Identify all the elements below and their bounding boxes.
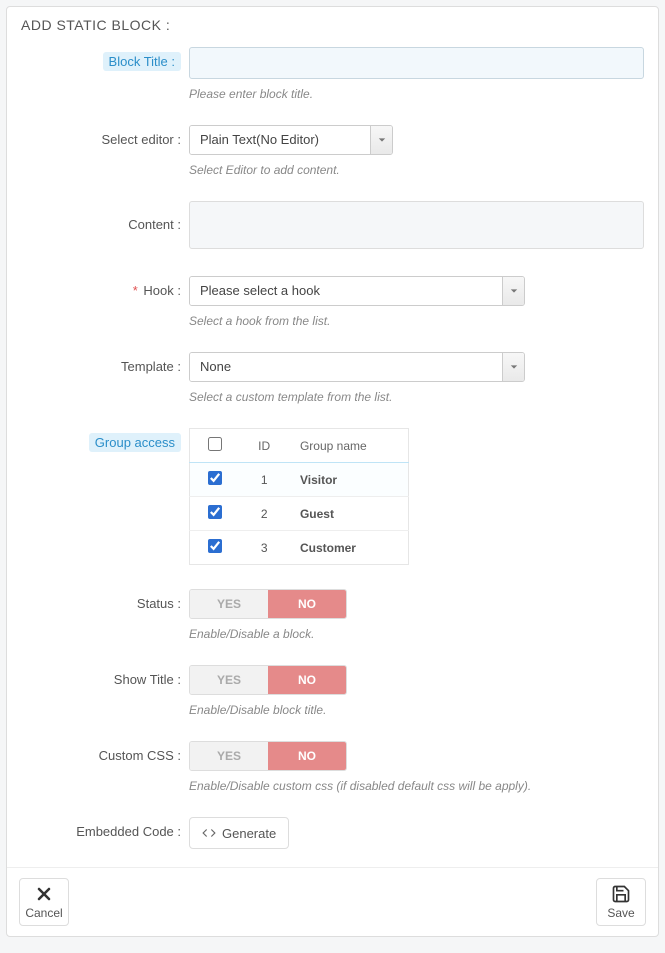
row-hook: * Hook : Please select a hook Select a h… [21, 276, 644, 328]
status-toggle[interactable]: YES NO [189, 589, 347, 619]
editor-select-value: Plain Text(No Editor) [190, 126, 370, 154]
row-name: Visitor [288, 463, 409, 497]
helper-block-title: Please enter block title. [189, 87, 644, 101]
panel-footer: Cancel Save [7, 867, 658, 936]
table-row: 2 Guest [190, 497, 409, 531]
label-content: Content : [21, 201, 189, 232]
hook-select[interactable]: Please select a hook [189, 276, 525, 306]
template-select-value: None [190, 353, 502, 381]
helper-show-title: Enable/Disable block title. [189, 703, 644, 717]
label-custom-css: Custom CSS : [21, 741, 189, 763]
required-marker: * [133, 283, 138, 298]
add-static-block-panel: ADD STATIC BLOCK : Block Title : Please … [6, 6, 659, 937]
label-show-title: Show Title : [21, 665, 189, 687]
form-body: Block Title : Please enter block title. … [7, 37, 658, 867]
toggle-yes: YES [190, 590, 268, 618]
code-icon [202, 826, 216, 840]
helper-template: Select a custom template from the list. [189, 390, 644, 404]
row-show-title: Show Title : YES NO Enable/Disable block… [21, 665, 644, 717]
toggle-yes: YES [190, 666, 268, 694]
row-id: 3 [240, 531, 288, 565]
select-all-checkbox[interactable] [208, 437, 222, 451]
cancel-button-label: Cancel [25, 906, 62, 920]
save-button-label: Save [607, 906, 634, 920]
helper-custom-css: Enable/Disable custom css (if disabled d… [189, 779, 644, 793]
close-icon [34, 884, 54, 904]
show-title-toggle[interactable]: YES NO [189, 665, 347, 695]
row-checkbox[interactable] [208, 505, 222, 519]
row-content: Content : [21, 201, 644, 252]
label-template: Template : [21, 352, 189, 374]
block-title-input[interactable] [189, 47, 644, 79]
toggle-yes: YES [190, 742, 268, 770]
generate-button[interactable]: Generate [189, 817, 289, 849]
row-template: Template : None Select a custom template… [21, 352, 644, 404]
save-button[interactable]: Save [596, 878, 646, 926]
col-name: Group name [288, 429, 409, 463]
content-textarea[interactable] [189, 201, 644, 249]
row-name: Customer [288, 531, 409, 565]
template-select[interactable]: None [189, 352, 525, 382]
chevron-down-icon [370, 126, 392, 154]
helper-hook: Select a hook from the list. [189, 314, 644, 328]
panel-title: ADD STATIC BLOCK : [7, 7, 658, 37]
row-select-editor: Select editor : Plain Text(No Editor) Se… [21, 125, 644, 177]
label-select-editor: Select editor : [21, 125, 189, 147]
row-name: Guest [288, 497, 409, 531]
helper-editor: Select Editor to add content. [189, 163, 644, 177]
row-block-title: Block Title : Please enter block title. [21, 47, 644, 101]
editor-select[interactable]: Plain Text(No Editor) [189, 125, 393, 155]
row-id: 1 [240, 463, 288, 497]
chevron-down-icon [502, 277, 524, 305]
toggle-no: NO [268, 590, 346, 618]
custom-css-toggle[interactable]: YES NO [189, 741, 347, 771]
col-id: ID [240, 429, 288, 463]
table-row: 1 Visitor [190, 463, 409, 497]
generate-button-label: Generate [222, 826, 276, 841]
hook-select-value: Please select a hook [190, 277, 502, 305]
row-checkbox[interactable] [208, 471, 222, 485]
row-checkbox[interactable] [208, 539, 222, 553]
row-status: Status : YES NO Enable/Disable a block. [21, 589, 644, 641]
helper-status: Enable/Disable a block. [189, 627, 644, 641]
row-id: 2 [240, 497, 288, 531]
toggle-no: NO [268, 666, 346, 694]
toggle-no: NO [268, 742, 346, 770]
group-access-table: ID Group name 1 Visitor 2 [189, 428, 409, 565]
row-custom-css: Custom CSS : YES NO Enable/Disable custo… [21, 741, 644, 793]
label-block-title: Block Title : [103, 52, 181, 71]
row-group-access: Group access ID Group name 1 [21, 428, 644, 565]
label-hook: Hook : [143, 283, 181, 298]
row-embedded-code: Embedded Code : Generate [21, 817, 644, 849]
label-embedded-code: Embedded Code : [21, 817, 189, 839]
label-status: Status : [21, 589, 189, 611]
label-group-access: Group access [89, 433, 181, 452]
cancel-button[interactable]: Cancel [19, 878, 69, 926]
table-row: 3 Customer [190, 531, 409, 565]
save-icon [611, 884, 631, 904]
chevron-down-icon [502, 353, 524, 381]
